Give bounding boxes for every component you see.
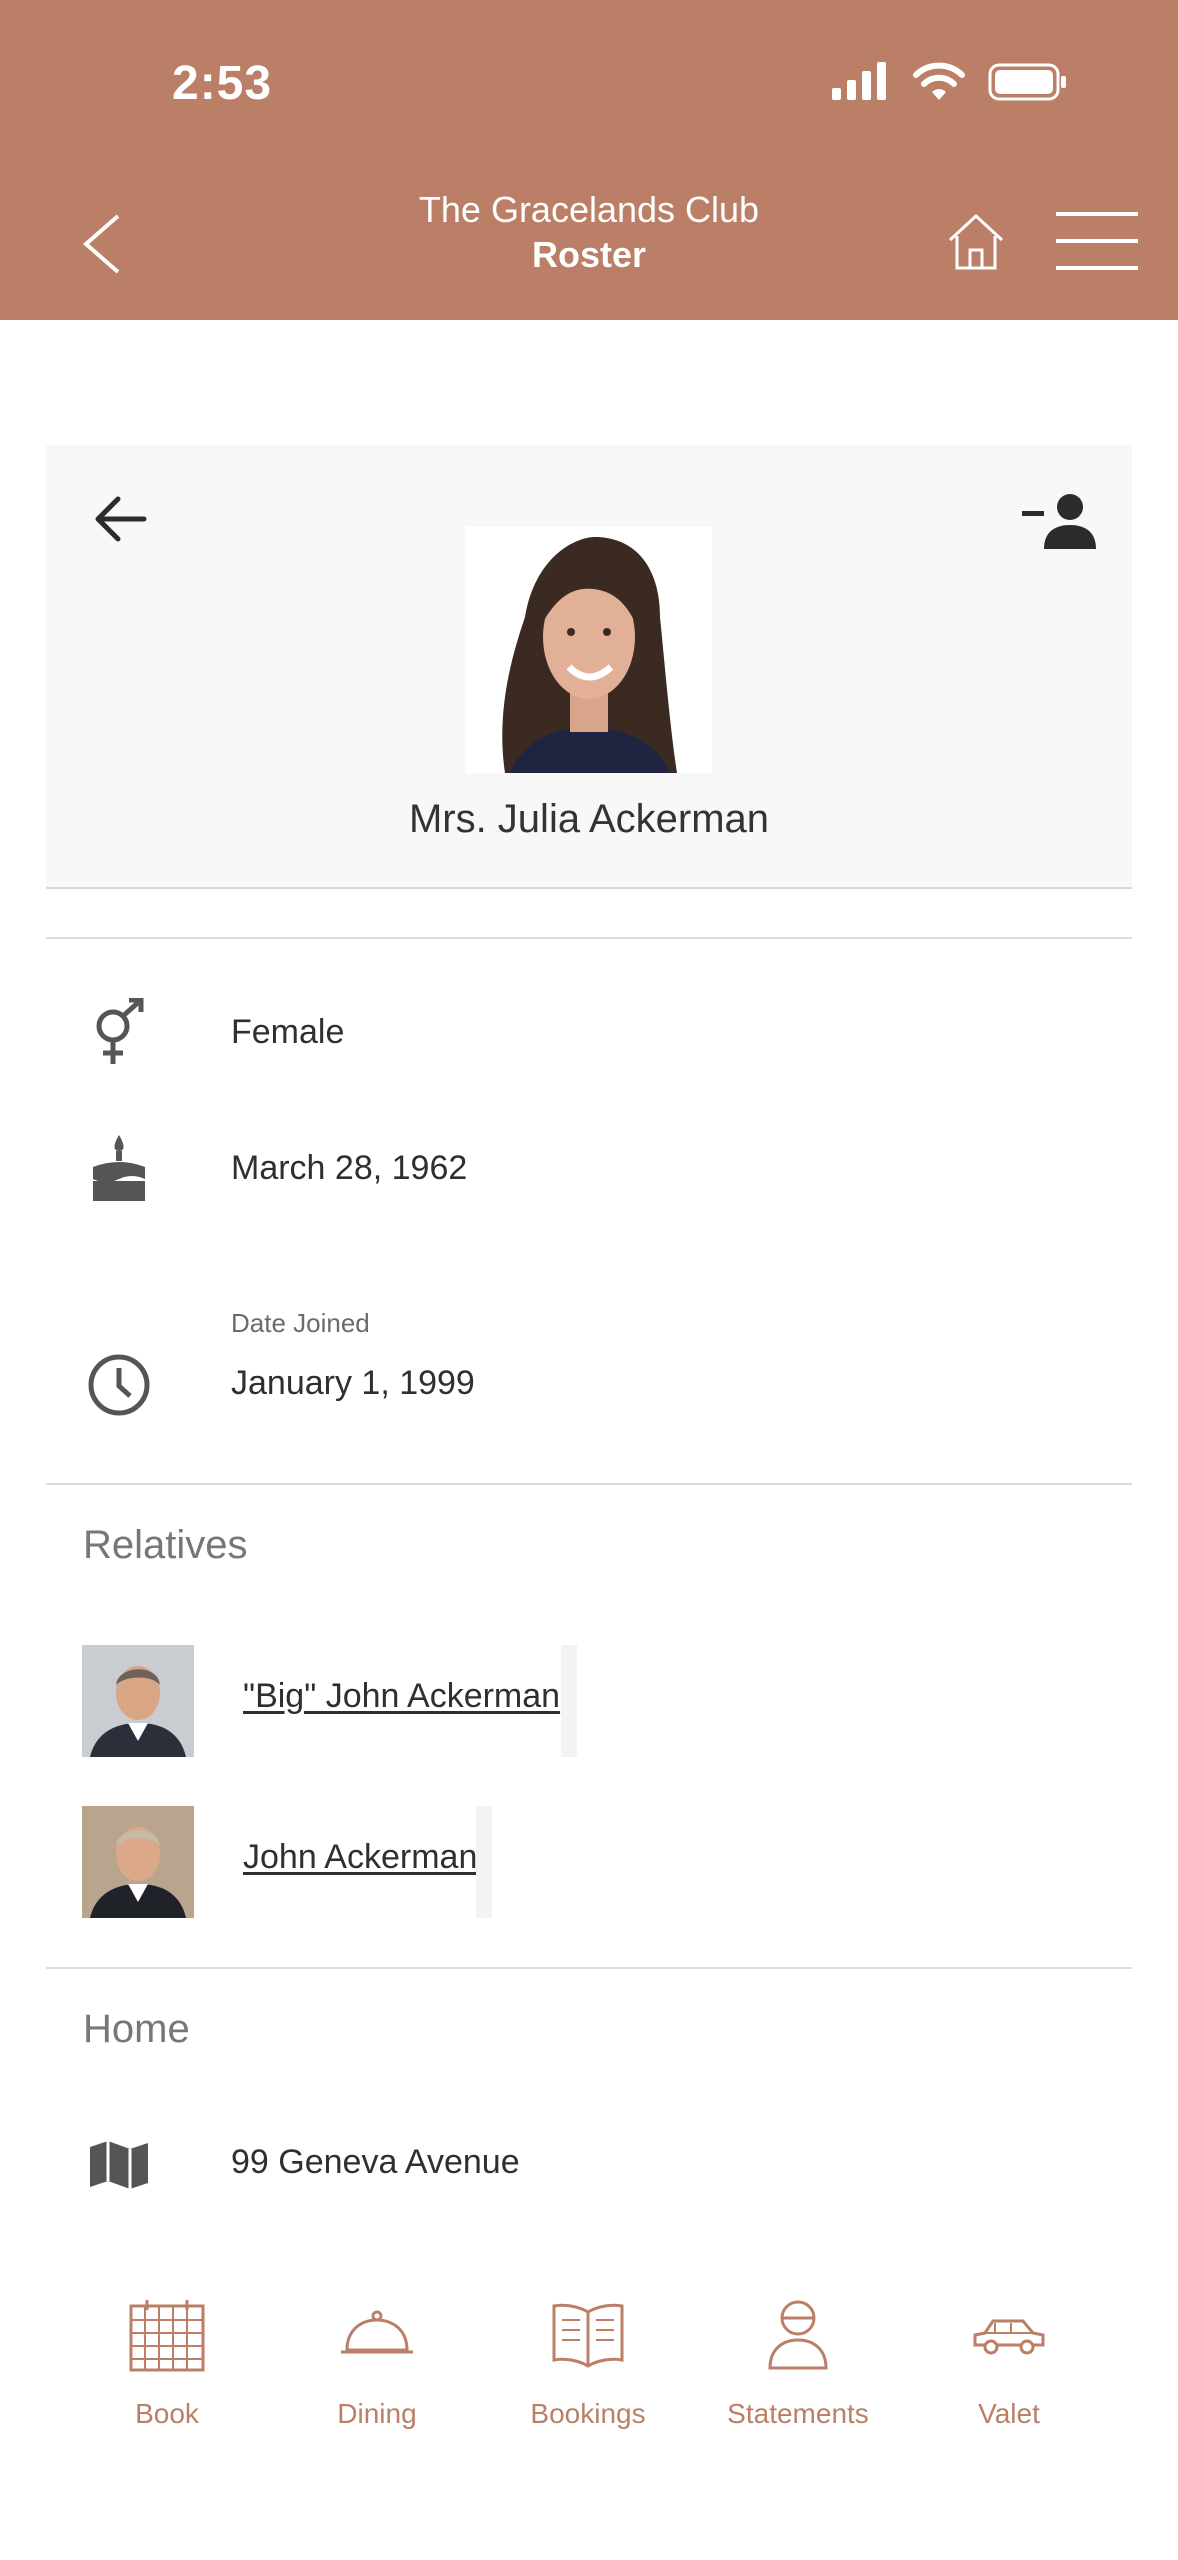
car-icon — [973, 2319, 1045, 2355]
nav-valet-label: Valet — [978, 2398, 1040, 2429]
bottom-nav: Book Dining Bookings Statements Valet — [0, 2290, 1178, 2450]
relatives-section-title: Relatives — [83, 1523, 248, 1567]
hamburger-menu-icon — [1056, 212, 1138, 270]
nav-bookings[interactable]: Bookings — [493, 2290, 683, 2430]
date-joined-icon-wrap — [84, 1350, 154, 1420]
gender-value: Female — [231, 1013, 345, 1051]
birthday-cake-icon — [93, 1135, 145, 1201]
person-remove-icon — [1022, 494, 1096, 549]
open-book-icon — [552, 2303, 624, 2368]
clock-icon — [88, 1354, 150, 1416]
person-icon — [768, 2300, 828, 2370]
address-icon-wrap — [84, 2130, 154, 2200]
app-header: 2:53 The Gracelands Club Roster — [0, 0, 1178, 320]
date-joined-label: Date Joined — [231, 1308, 370, 1338]
nav-book-label: Book — [135, 2398, 199, 2429]
profile-name: Mrs. Julia Ackerman — [408, 797, 770, 841]
map-icon — [90, 2141, 148, 2189]
birthday-icon-wrap — [84, 1133, 154, 1203]
gender-icon-wrap — [84, 998, 154, 1068]
gender-icon — [96, 998, 144, 1064]
relative-photo — [82, 1645, 194, 1757]
birthday-value: March 28, 1962 — [231, 1149, 468, 1187]
divider — [46, 1483, 1132, 1485]
profile-back-button[interactable] — [90, 493, 150, 545]
remove-person-button[interactable] — [1022, 493, 1096, 549]
nav-dining-label: Dining — [337, 2398, 417, 2429]
cloche-icon — [341, 2310, 413, 2354]
nav-statements-label: Statements — [727, 2398, 869, 2429]
home-button[interactable] — [944, 210, 1008, 274]
status-time: 2:53 — [172, 57, 273, 110]
nav-valet[interactable]: Valet — [914, 2290, 1104, 2430]
home-section-title: Home — [83, 2007, 190, 2051]
nav-dining[interactable]: Dining — [282, 2290, 472, 2430]
menu-button[interactable] — [1056, 210, 1138, 272]
date-joined-value: January 1, 1999 — [231, 1364, 475, 1402]
arrow-left-icon — [95, 496, 147, 542]
relative-portrait-image — [82, 1645, 194, 1757]
battery-icon — [988, 63, 1066, 101]
relative-row-edge — [561, 1645, 577, 1757]
calendar-grid-icon — [129, 2300, 205, 2372]
nav-statements[interactable]: Statements — [703, 2290, 893, 2430]
relative-link[interactable]: John Ackerman — [243, 1838, 477, 1877]
cellular-signal-icon — [832, 62, 886, 100]
home-address: 99 Geneva Avenue — [231, 2143, 520, 2181]
divider — [46, 1967, 1132, 1969]
home-icon — [948, 214, 1004, 270]
relative-link[interactable]: "Big" John Ackerman — [243, 1677, 560, 1716]
profile-photo — [465, 527, 712, 773]
nav-book[interactable]: Book — [72, 2290, 262, 2430]
status-icons — [830, 62, 1068, 102]
relative-photo — [82, 1806, 194, 1918]
profile-portrait-image — [465, 527, 712, 773]
wifi-icon — [913, 62, 965, 100]
relative-row-edge — [476, 1806, 492, 1918]
relative-portrait-image — [82, 1806, 194, 1918]
divider — [46, 937, 1132, 939]
nav-bookings-label: Bookings — [530, 2398, 646, 2429]
profile-card: Mrs. Julia Ackerman — [46, 445, 1132, 889]
